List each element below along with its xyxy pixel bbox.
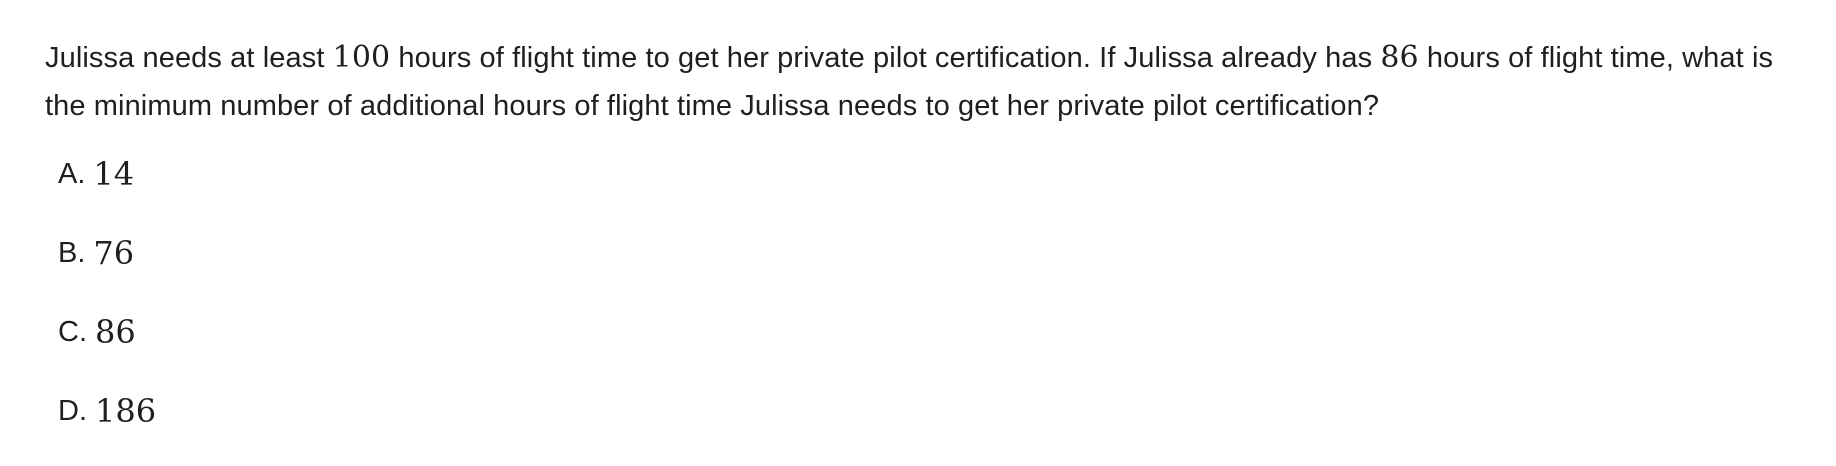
- choice-d[interactable]: D. 186: [58, 387, 156, 466]
- choice-a[interactable]: A. 14: [58, 150, 156, 229]
- choice-letter: A.: [58, 158, 86, 190]
- required-hours-value: 100: [332, 40, 391, 75]
- choice-value: 76: [93, 234, 135, 272]
- answer-choices: A. 14 B. 76 C. 86 D. 186: [58, 150, 156, 466]
- choice-value: 14: [93, 155, 135, 193]
- question-text-part: hours of flight time to get her private …: [390, 42, 1381, 74]
- choice-b[interactable]: B. 76: [58, 229, 156, 308]
- choice-value: 186: [95, 392, 157, 430]
- current-hours-value: 86: [1380, 40, 1419, 75]
- choice-c[interactable]: C. 86: [58, 308, 156, 387]
- choice-letter: D.: [58, 395, 87, 427]
- question-text-part: Julissa needs at least: [45, 42, 333, 74]
- question-text: Julissa needs at least 100 hours of flig…: [45, 34, 1805, 130]
- choice-letter: C.: [58, 316, 87, 348]
- choice-letter: B.: [58, 237, 86, 269]
- choice-value: 86: [95, 313, 136, 351]
